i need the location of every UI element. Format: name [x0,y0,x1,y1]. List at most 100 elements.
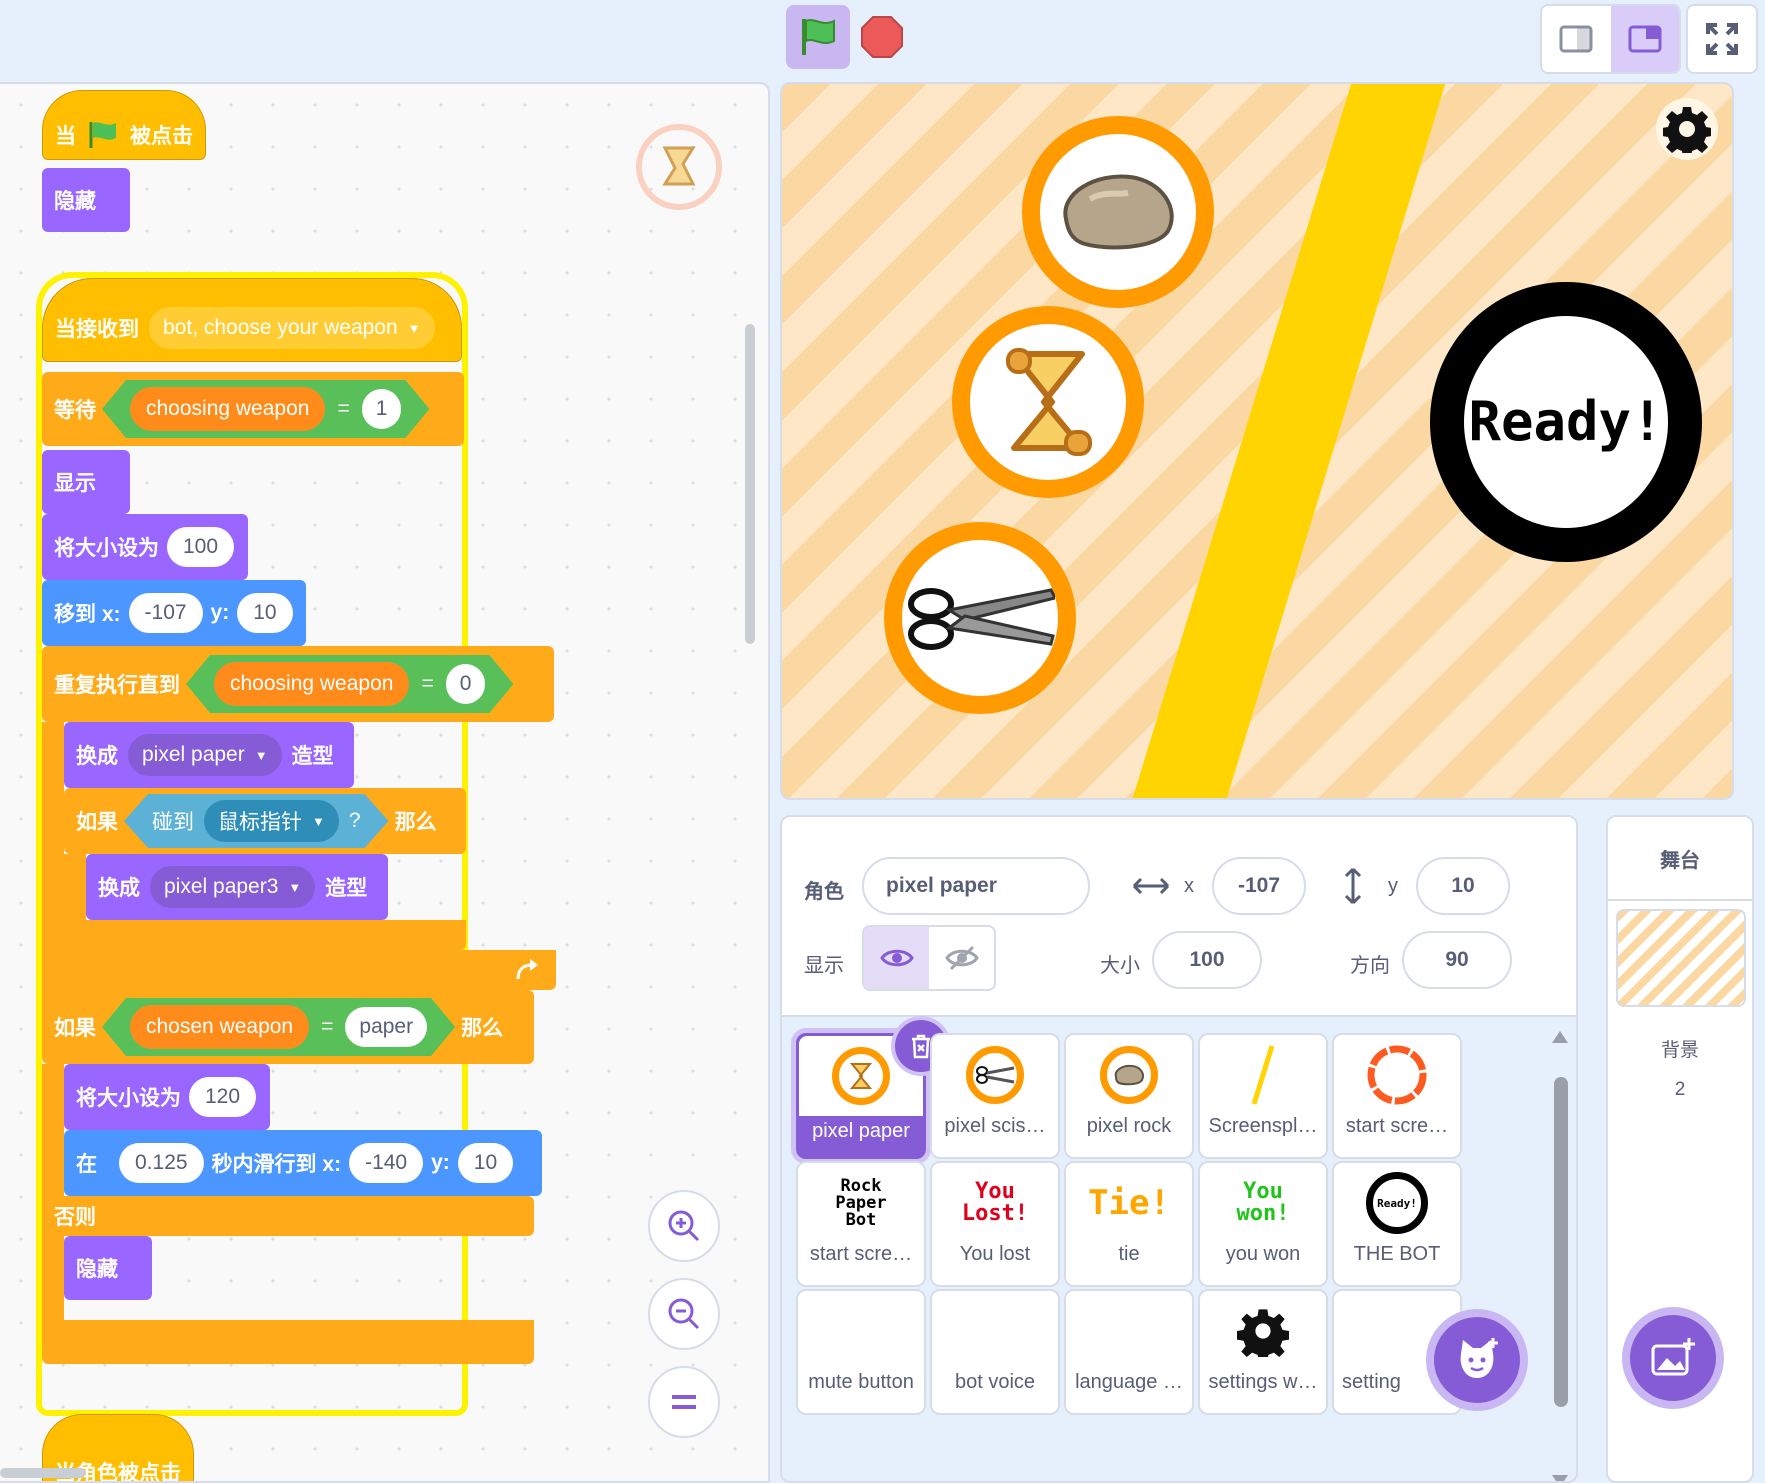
variable-reporter[interactable]: choosing weapon [214,662,409,706]
hide-sprite-button[interactable] [929,927,994,989]
y-input[interactable]: 10 [237,593,293,633]
stop-button[interactable] [858,13,906,61]
code-workspace[interactable]: 当 被点击 隐藏 当接收到 bot, choose your weapon ▼ 等… [0,82,770,1483]
switch-costume-block[interactable]: 换成 pixel paper ▼ 造型 [64,722,354,788]
equals-icon [672,1395,696,1409]
costume-dropdown[interactable]: pixel paper ▼ [128,734,282,776]
equals-operator[interactable]: choosing weapon = 0 [186,655,513,713]
zoom-reset-button[interactable] [648,1366,720,1438]
green-flag-button[interactable] [786,5,850,69]
sprite-tile-you-lost[interactable]: You Lost! You lost [930,1161,1060,1287]
backdrop-thumbnail[interactable] [1616,909,1746,1007]
x-position-input[interactable]: -107 [1212,857,1306,915]
code-horizontal-scrollbar[interactable] [0,1468,86,1478]
hide-block[interactable]: 隐藏 [64,1236,152,1300]
green-flag-icon [89,122,116,148]
sprite-thumbnail [798,1291,924,1371]
add-backdrop-button[interactable] [1630,1315,1716,1401]
sprite-tile-bot-voice[interactable]: bot voice [930,1289,1060,1415]
add-sprite-button[interactable] [1434,1317,1520,1403]
variable-reporter[interactable]: chosen weapon [130,1005,309,1049]
eye-icon [879,949,914,967]
sprite-name-input[interactable]: pixel paper [862,857,1090,915]
y-position-input[interactable]: 10 [1416,857,1510,915]
stage-settings-button[interactable] [1656,98,1718,160]
image-plus-icon [1651,1338,1695,1376]
wait-until-block[interactable]: 等待 choosing weapon = 1 [42,372,464,446]
x-input[interactable]: -140 [349,1143,424,1183]
sprite-tile-settings-wheel[interactable]: settings w… [1198,1289,1328,1415]
when-flag-clicked-block[interactable]: 当 被点击 [42,90,206,160]
size-input[interactable]: 100 [167,527,235,567]
sprite-tile-screensplit[interactable]: Screenspl… [1198,1033,1328,1159]
stage-canvas[interactable]: Ready! [780,82,1734,800]
switch-costume-block[interactable]: 换成 pixel paper3 ▼ 造型 [86,854,388,920]
seconds-input[interactable]: 0.125 [119,1143,204,1183]
zoom-out-button[interactable] [648,1278,720,1350]
go-to-xy-block[interactable]: 移到 x: -107 y: 10 [42,580,306,646]
equals-operator[interactable]: choosing weapon = 1 [102,380,429,438]
tie-text: Tie! [1088,1183,1170,1223]
sprite-tile-pixel-paper[interactable]: pixel paper [796,1020,947,1159]
scroll-down-arrow-icon[interactable] [1552,1475,1568,1481]
size-input[interactable]: 100 [1152,931,1262,989]
sprite-tile-tie[interactable]: Tie! tie [1064,1161,1194,1287]
you-won-text: You won! [1236,1179,1290,1226]
sprite-thumbnail: Ready! [1334,1163,1460,1243]
sprite-thumbnail: You won! [1200,1163,1326,1243]
sprite-list-scrollbar[interactable] [1554,1077,1568,1407]
backdrop-count: 2 [1674,1079,1686,1100]
when-i-receive-block[interactable]: 当接收到 bot, choose your weapon ▼ [42,278,462,362]
sprite-tile-start-screen-ring[interactable]: start scre… [1332,1033,1462,1159]
zoom-in-button[interactable] [648,1190,720,1262]
touching-target-dropdown[interactable]: 鼠标指针 ▼ [204,800,339,842]
show-sprite-button[interactable] [864,927,929,989]
repeat-until-block[interactable]: 重复执行直到 choosing weapon = 0 [42,646,554,722]
value-input[interactable]: 1 [362,389,402,429]
scissors-weapon-sprite[interactable] [884,522,1076,714]
sprite-tile-you-won[interactable]: You won! you won [1198,1161,1328,1287]
size-input[interactable]: 120 [189,1077,257,1117]
sprite-tile-start-screen-logo[interactable]: Rock Paper Bot start scre… [796,1161,926,1287]
rock-weapon-sprite[interactable] [1022,116,1214,308]
paper-weapon-sprite[interactable] [952,306,1144,498]
touching-block[interactable]: 碰到 鼠标指针 ▼ ? [124,794,389,848]
sprite-tile-the-bot[interactable]: Ready! THE BOT [1332,1161,1462,1287]
fullscreen-button[interactable] [1686,4,1758,74]
zoom-in-icon [668,1210,700,1242]
sprite-tile-pixel-scissors[interactable]: pixel scis… [930,1033,1060,1159]
sprite-tile-mute-button[interactable]: mute button [796,1289,926,1415]
scroll-up-arrow-icon[interactable] [1552,1031,1568,1043]
code-scrollbar[interactable] [745,324,755,644]
if-then-block[interactable]: 如果 碰到 鼠标指针 ▼ ? 那么 [64,788,466,854]
small-stage-button[interactable] [1542,6,1611,72]
if-else-block[interactable]: 如果 chosen weapon = paper 那么 [42,990,534,1064]
normal-stage-button[interactable] [1610,6,1679,72]
set-size-block[interactable]: 将大小设为 100 [42,514,248,580]
value-input[interactable]: paper [345,1007,427,1047]
set-size-block[interactable]: 将大小设为 120 [64,1064,270,1130]
hide-block[interactable]: 隐藏 [42,168,130,232]
ready-ring-icon: Ready! [1377,1196,1417,1210]
costume-dropdown[interactable]: pixel paper3 ▼ [150,866,316,908]
show-block[interactable]: 显示 [42,450,130,514]
y-input[interactable]: 10 [457,1143,514,1183]
ready-bot-sprite[interactable]: Ready! [1430,282,1702,562]
variable-reporter[interactable]: choosing weapon [130,387,325,431]
gear-icon [1237,1306,1289,1357]
trash-icon [912,1034,930,1059]
value-input[interactable]: 0 [446,664,486,704]
stage-target-panel[interactable]: 舞台 背景 2 [1606,815,1754,1483]
yellow-line-icon [1251,1045,1275,1105]
sprite-tile-pixel-rock[interactable]: pixel rock [1064,1033,1194,1159]
small-stage-icon [1559,25,1593,53]
cat-plus-icon [1460,1338,1498,1378]
if-else-end [42,1320,534,1364]
x-input[interactable]: -107 [128,593,203,633]
sprite-tile-language[interactable]: language … [1064,1289,1194,1415]
equals-operator[interactable]: chosen weapon = paper [102,998,455,1056]
glide-to-xy-block[interactable]: 在 0.125 秒内滑行到 x: -140 y: 10 [64,1130,542,1196]
show-label: 显示 [804,955,844,977]
message-dropdown[interactable]: bot, choose your weapon ▼ [149,307,435,349]
direction-input[interactable]: 90 [1402,931,1512,989]
